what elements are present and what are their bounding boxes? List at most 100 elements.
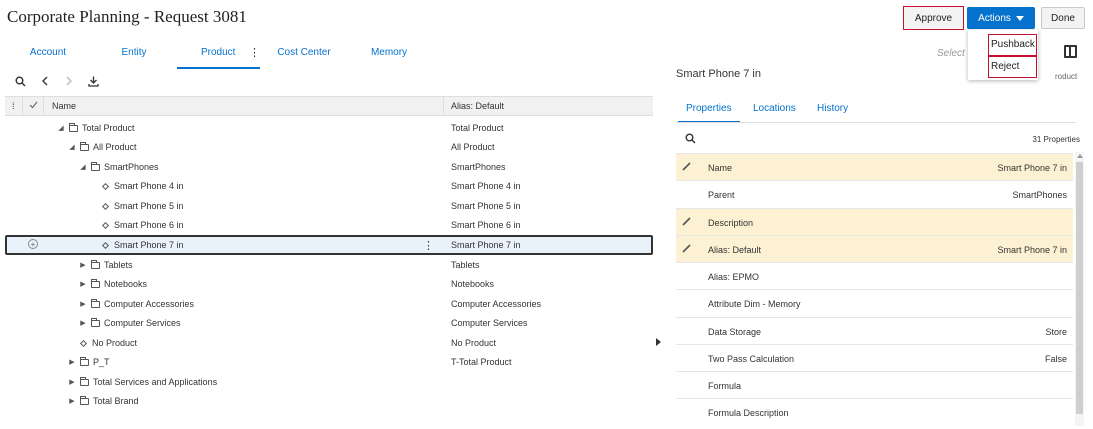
expanded-icon[interactable]: ◢ [79,163,87,171]
collapsed-icon[interactable]: ▶ [79,300,87,308]
folder-icon [91,298,100,308]
tree-row[interactable]: ▶ Total Brand [5,392,653,411]
expanded-icon[interactable]: ◢ [57,124,65,132]
scrollbar-thumb[interactable] [1076,162,1083,414]
collapsed-icon[interactable]: ▶ [68,397,76,405]
pencil-icon[interactable] [682,244,691,253]
caret-down-icon [1015,15,1024,21]
tree-row[interactable]: ▶ Notebooks Notebooks [5,275,653,294]
approve-button[interactable]: Approve [903,6,964,30]
property-row[interactable]: Formula Description [676,398,1073,425]
property-value: Store [1045,327,1067,337]
tree-row[interactable]: ◢ SmartPhones SmartPhones [5,158,653,177]
property-row[interactable]: Data Storage Store [676,317,1073,344]
member-icon [101,182,110,190]
row-name: Total Brand [93,396,139,406]
back-icon[interactable] [37,73,53,89]
row-alias: Smart Phone 5 in [451,201,521,211]
property-row[interactable]: Alias: EPMO [676,262,1073,289]
row-alias: Notebooks [451,279,495,289]
column-header-alias[interactable]: Alias: Default [451,101,504,111]
vertical-scrollbar[interactable] [1075,152,1084,426]
tab-locations[interactable]: Locations [753,103,796,123]
row-name: Smart Phone 5 in [114,201,184,211]
check-all-icon[interactable] [29,100,38,111]
select-hint: Select [937,48,965,59]
tree-row[interactable]: ◢ Total Product Total Product [5,119,653,138]
column-header-name[interactable]: Name [52,101,76,111]
tree-row[interactable]: ▶ Tablets Tablets [5,256,653,275]
tree-row[interactable]: ▶ Computer Accessories Computer Accessor… [5,295,653,314]
row-alias: Smart Phone 4 in [451,181,521,191]
tree-row[interactable]: Smart Phone 6 in Smart Phone 6 in [5,216,653,235]
folder-icon [80,376,89,386]
page-title: Corporate Planning - Request 3081 [7,7,247,26]
collapse-panel-icon[interactable] [656,338,661,346]
tab-entity[interactable]: Entity [114,47,154,69]
property-row[interactable]: Parent SmartPhones [676,180,1073,207]
menu-item-reject[interactable]: Reject [988,56,1037,78]
collapsed-icon[interactable]: ▶ [79,319,87,327]
kebab-icon[interactable]: ⋮ [249,46,260,59]
search-icon[interactable] [12,73,28,89]
row-alias: No Product [451,338,497,348]
property-row[interactable]: Description [676,208,1073,235]
tree-row[interactable]: ▶ Computer Services Computer Services [5,314,653,333]
row-name: Notebooks [104,279,148,289]
grid-toolbar [10,73,120,89]
property-count: 31 Properties [1032,135,1080,144]
row-alias: T-Total Product [451,357,512,367]
row-name: Tablets [104,260,133,270]
done-button[interactable]: Done [1041,7,1085,29]
collapsed-icon[interactable]: ▶ [68,358,76,366]
property-search-icon[interactable] [685,133,696,147]
split-view-icon[interactable] [1064,45,1077,58]
menu-item-pushback[interactable]: Pushback [988,34,1037,56]
property-row[interactable]: Two Pass Calculation False [676,344,1073,371]
row-kebab-icon[interactable]: ⋮ [423,239,434,252]
row-name: SmartPhones [104,162,159,172]
tree-row[interactable]: ▶ Total Services and Applications [5,373,653,392]
column-resize-icon: ⁞ [12,101,15,111]
tree-row[interactable]: Smart Phone 5 in Smart Phone 5 in [5,197,653,216]
download-icon[interactable] [85,73,101,89]
scroll-up-icon[interactable] [1077,154,1083,158]
expanded-icon[interactable]: ◢ [68,143,76,151]
dimension-tabs: Account Entity Product ⋮ Cost Center Mem… [0,44,640,69]
tree-row[interactable]: ◢ All Product All Product [5,138,653,157]
actions-button[interactable]: Actions [967,7,1035,29]
tab-properties[interactable]: Properties [678,103,740,123]
property-row[interactable]: Alias: Default Smart Phone 7 in [676,235,1073,262]
tab-account[interactable]: Account [28,47,68,69]
collapsed-icon[interactable]: ▶ [79,261,87,269]
tree-row[interactable]: No Product No Product [5,334,653,353]
tree-row[interactable]: ▶ P_T T-Total Product [5,353,653,372]
row-name: P_T [93,357,110,367]
collapsed-icon[interactable]: ▶ [79,280,87,288]
pencil-icon[interactable] [682,162,691,171]
tab-history[interactable]: History [817,103,848,123]
actions-menu: Pushback Reject [968,30,1038,80]
tab-cost-center[interactable]: Cost Center [276,47,332,69]
tab-memory[interactable]: Memory [369,47,409,69]
property-row[interactable]: Formula [676,371,1073,398]
row-name: Smart Phone 4 in [114,181,184,191]
tree-row-selected[interactable]: + Smart Phone 7 in ⋮ Smart Phone 7 in [5,235,653,255]
details-title: Smart Phone 7 in [676,68,761,80]
folder-icon [80,141,89,151]
tab-product[interactable]: Product ⋮ [177,47,260,69]
pencil-icon[interactable] [682,217,691,226]
collapsed-icon[interactable]: ▶ [68,378,76,386]
property-label: Alias: EPMO [708,272,760,282]
add-icon[interactable]: + [28,239,38,249]
property-value: False [1044,354,1067,364]
folder-icon [91,278,100,288]
row-name: Total Services and Applications [93,377,218,387]
folder-icon [91,317,100,327]
folder-icon [80,356,89,366]
tree-row[interactable]: Smart Phone 4 in Smart Phone 4 in [5,177,653,196]
property-label: Data Storage [708,327,762,337]
property-row[interactable]: Attribute Dim - Memory [676,289,1073,316]
forward-icon[interactable] [61,73,77,89]
property-row[interactable]: Name Smart Phone 7 in [676,153,1073,180]
